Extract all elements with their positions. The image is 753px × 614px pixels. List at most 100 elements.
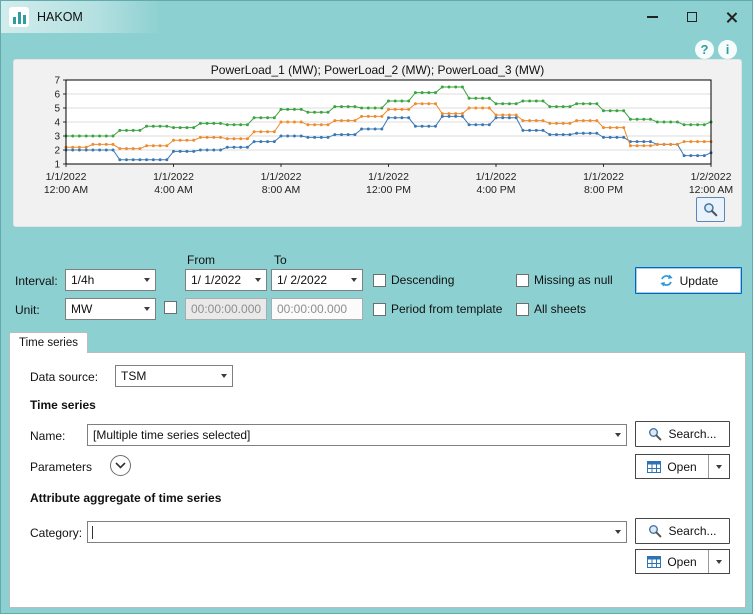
to-date-value: 1/ 2/2022 xyxy=(272,273,346,287)
hakom-window: HAKOM ? i PowerLoad_1 (MW); PowerLoad_2 … xyxy=(0,0,753,614)
from-label: From xyxy=(187,253,215,267)
table-icon xyxy=(647,556,661,568)
chevron-down-icon xyxy=(716,560,722,564)
info-icon: i xyxy=(726,42,730,57)
all-sheets-checkbox-label: All sheets xyxy=(534,302,586,316)
svg-text:12:00 AM: 12:00 AM xyxy=(44,184,88,196)
svg-text:4:00 PM: 4:00 PM xyxy=(476,184,515,196)
svg-text:12:00 AM: 12:00 AM xyxy=(689,184,733,196)
chart-plot: 12345671/1/202212:00 AM1/1/20224:00 AM1/… xyxy=(14,60,743,228)
magnifier-icon xyxy=(648,427,662,441)
svg-text:1: 1 xyxy=(54,160,60,171)
tab-time-series-label: Time series xyxy=(19,337,78,349)
interval-select[interactable]: 1/4h xyxy=(65,269,156,291)
minimize-button[interactable] xyxy=(632,1,672,33)
offset-to-input[interactable] xyxy=(271,298,363,320)
chevron-down-icon xyxy=(250,270,266,290)
minimize-icon xyxy=(647,16,658,18)
info-button[interactable]: i xyxy=(718,40,737,59)
parameters-expand-button[interactable] xyxy=(110,455,131,476)
titlebar: HAKOM xyxy=(1,1,752,33)
svg-text:6: 6 xyxy=(54,90,60,101)
svg-text:2: 2 xyxy=(54,146,60,157)
category-combobox[interactable] xyxy=(87,521,627,543)
unit-select[interactable]: MW xyxy=(65,298,156,320)
time-series-heading: Time series xyxy=(30,398,96,412)
chart-panel: PowerLoad_1 (MW); PowerLoad_2 (MW); Powe… xyxy=(13,59,742,227)
to-date-picker[interactable]: 1/ 2/2022 xyxy=(271,269,363,291)
parameters-label: Parameters xyxy=(30,460,92,474)
open-button[interactable]: Open xyxy=(636,455,708,478)
open-dropdown-button[interactable] xyxy=(708,455,729,478)
window-title: HAKOM xyxy=(37,10,83,24)
data-source-value: TSM xyxy=(116,369,216,383)
magnifier-icon xyxy=(648,524,662,538)
help-button[interactable]: ? xyxy=(695,40,714,59)
category-search-button[interactable]: Search... xyxy=(635,518,730,544)
checkbox-box xyxy=(516,274,529,287)
period-from-template-checkbox[interactable]: Period from template xyxy=(373,302,502,316)
refresh-icon xyxy=(659,273,674,288)
missing-as-null-checkbox[interactable]: Missing as null xyxy=(516,273,613,287)
app-logo-icon xyxy=(9,7,29,27)
checkbox-box xyxy=(516,303,529,316)
svg-text:8:00 PM: 8:00 PM xyxy=(584,184,623,196)
close-icon xyxy=(726,11,738,23)
chevron-down-icon xyxy=(716,465,722,469)
interval-label: Interval: xyxy=(15,274,58,288)
svg-text:5: 5 xyxy=(54,104,60,115)
name-value: [Multiple time series selected] xyxy=(88,428,610,442)
svg-text:8:00 AM: 8:00 AM xyxy=(262,184,301,196)
chevron-down-icon xyxy=(139,299,155,319)
search-button-label: Search... xyxy=(668,524,716,538)
to-label: To xyxy=(274,253,287,267)
descending-checkbox-label: Descending xyxy=(391,273,454,287)
name-search-button[interactable]: Search... xyxy=(635,421,730,447)
close-button[interactable] xyxy=(712,1,752,33)
svg-text:1/1/2022: 1/1/2022 xyxy=(46,171,87,183)
checkbox-box xyxy=(373,274,386,287)
search-button-label: Search... xyxy=(668,427,716,441)
name-label: Name: xyxy=(30,429,65,443)
all-sheets-checkbox[interactable]: All sheets xyxy=(516,302,586,316)
text-caret xyxy=(92,526,93,539)
offset-enable-checkbox[interactable] xyxy=(164,301,177,314)
chevron-down-icon xyxy=(610,425,626,445)
descending-checkbox[interactable]: Descending xyxy=(373,273,454,287)
open-dropdown-button[interactable] xyxy=(708,550,729,573)
update-button[interactable]: Update xyxy=(635,267,742,294)
svg-text:1/1/2022: 1/1/2022 xyxy=(153,171,194,183)
unit-value: MW xyxy=(66,302,139,316)
zoom-button[interactable] xyxy=(696,197,725,222)
unit-label: Unit: xyxy=(15,303,40,317)
checkbox-box xyxy=(373,303,386,316)
svg-text:4:00 AM: 4:00 AM xyxy=(154,184,193,196)
data-source-select[interactable]: TSM xyxy=(115,365,233,387)
chart-title: PowerLoad_1 (MW); PowerLoad_2 (MW); Powe… xyxy=(14,63,741,77)
table-icon xyxy=(647,461,661,473)
category-open-split-button[interactable]: Open xyxy=(635,549,730,574)
maximize-button[interactable] xyxy=(672,1,712,33)
chevron-down-icon xyxy=(346,270,362,290)
open-button-label: Open xyxy=(667,460,696,474)
name-open-split-button[interactable]: Open xyxy=(635,454,730,479)
chevron-down-icon xyxy=(139,270,155,290)
attribute-aggregate-heading: Attribute aggregate of time series xyxy=(30,491,221,505)
missing-as-null-checkbox-label: Missing as null xyxy=(534,273,613,287)
svg-text:7: 7 xyxy=(54,76,60,87)
chevron-down-icon xyxy=(610,522,626,542)
open-button[interactable]: Open xyxy=(636,550,708,573)
svg-text:4: 4 xyxy=(54,118,60,129)
svg-text:1/1/2022: 1/1/2022 xyxy=(261,171,302,183)
svg-text:1/1/2022: 1/1/2022 xyxy=(476,171,517,183)
from-date-picker[interactable]: 1/ 1/2022 xyxy=(185,269,267,291)
name-combobox[interactable]: [Multiple time series selected] xyxy=(87,424,627,446)
offset-from-input xyxy=(185,298,267,320)
update-button-label: Update xyxy=(680,274,719,288)
time-series-tab-page: Data source: TSM Time series Name: [Mult… xyxy=(9,352,746,608)
help-icon: ? xyxy=(701,42,709,57)
tab-time-series[interactable]: Time series xyxy=(9,332,88,353)
svg-text:12:00 PM: 12:00 PM xyxy=(366,184,411,196)
window-controls xyxy=(632,1,752,33)
data-source-label: Data source: xyxy=(30,370,98,384)
